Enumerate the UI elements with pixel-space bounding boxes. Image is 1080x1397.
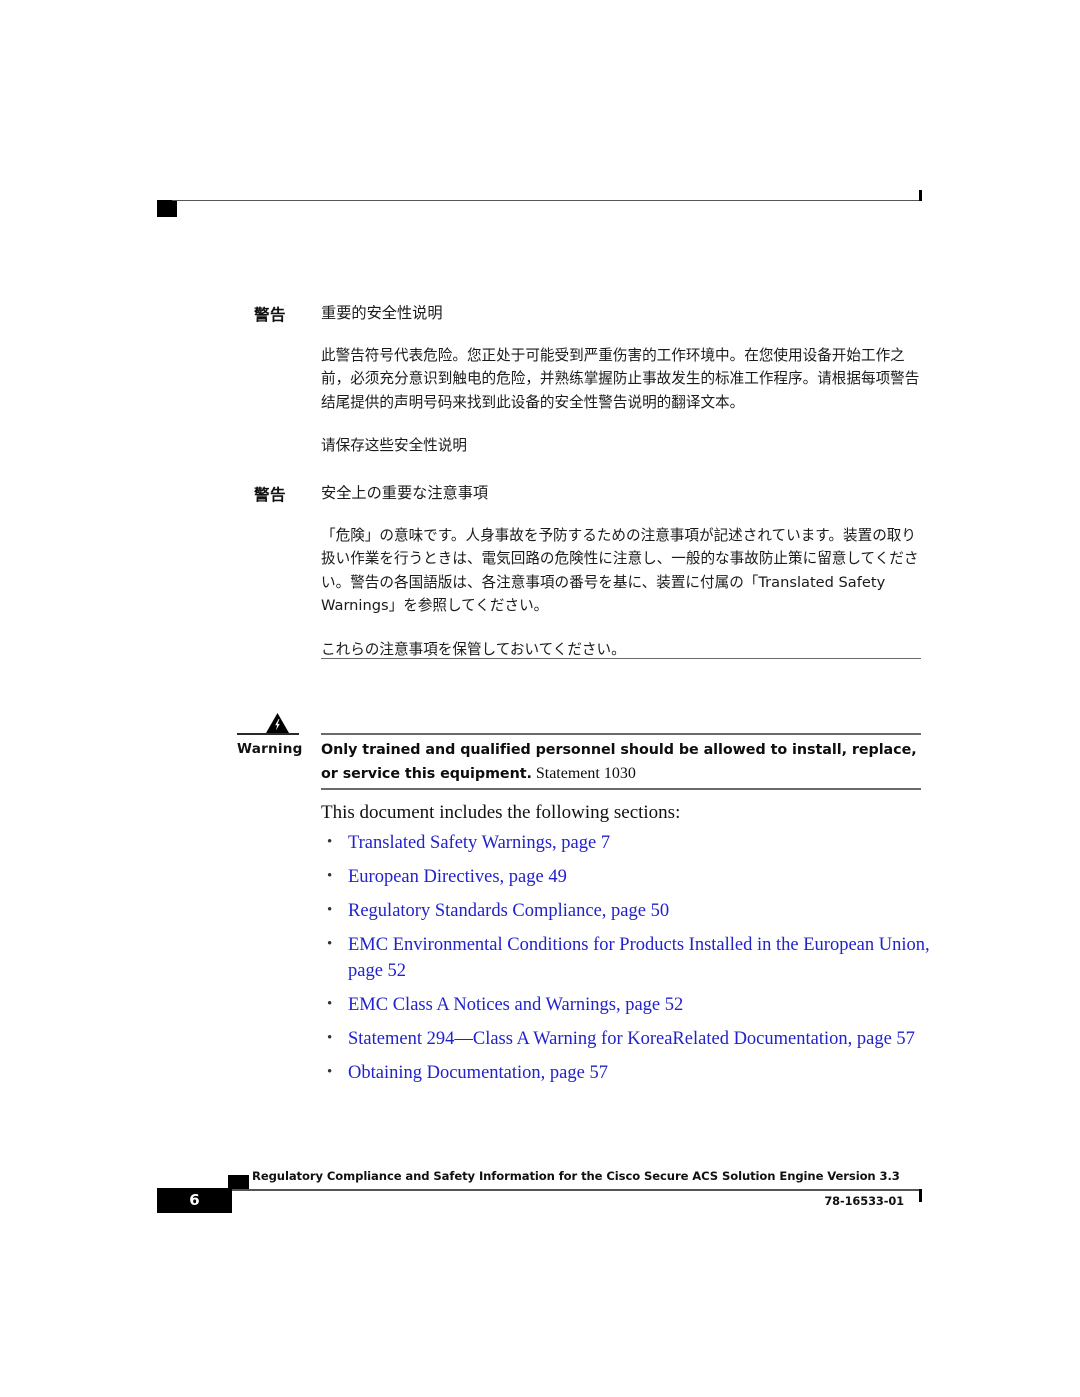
list-item[interactable]: • EMC Class A Notices and Warnings, page… (321, 993, 931, 1018)
header-square-marker (157, 200, 177, 217)
section-link[interactable]: Regulatory Standards Compliance, page 50 (348, 901, 669, 921)
page-header-rule (157, 190, 922, 218)
section-link[interactable]: Translated Safety Warnings, page 7 (348, 833, 610, 853)
warning-left-rule (237, 733, 299, 735)
warning-top-rule (321, 733, 921, 735)
list-item[interactable]: • Statement 294—Class A Warning for Kore… (321, 1027, 931, 1052)
list-item[interactable]: • Regulatory Standards Compliance, page … (321, 899, 931, 924)
warning-closing-chinese: 请保存这些安全性说明 (321, 437, 467, 455)
warning-label-japanese: 警告 (254, 486, 287, 504)
list-item[interactable]: • Translated Safety Warnings, page 7 (321, 831, 931, 856)
document-part-number: 78-16533-01 (824, 1194, 904, 1208)
bullet-icon: • (327, 868, 333, 885)
warning-body-chinese: 重要的安全性说明 此警告符号代表危险。您正处于可能受到严重伤害的工作环境中。在您… (321, 303, 921, 458)
list-item[interactable]: • Obtaining Documentation, page 57 (321, 1061, 931, 1086)
warning-label-chinese: 警告 (254, 306, 287, 324)
page-footer: Regulatory Compliance and Safety Informa… (0, 1160, 1080, 1230)
header-horizontal-line (172, 200, 922, 201)
warning-heading-japanese: 安全上の重要な注意事項 (321, 484, 489, 502)
warning-bottom-rule (321, 788, 921, 790)
bullet-icon: • (327, 834, 333, 850)
warning-label-english: Warning (237, 741, 303, 757)
list-item[interactable]: • European Directives, page 49 (321, 865, 931, 890)
intro-paragraph: This document includes the following sec… (321, 802, 681, 823)
section-link[interactable]: Statement 294—Class A Warning for KoreaR… (348, 1029, 915, 1049)
footer-document-title: Regulatory Compliance and Safety Informa… (252, 1169, 900, 1183)
section-link[interactable]: EMC Environmental Conditions for Product… (348, 935, 930, 980)
bullet-icon: • (327, 902, 333, 919)
list-item[interactable]: • EMC Environmental Conditions for Produ… (321, 933, 931, 983)
header-right-tick (919, 190, 922, 201)
section-link[interactable]: EMC Class A Notices and Warnings, page 5… (348, 995, 683, 1015)
section-divider (321, 658, 921, 659)
footer-right-tick (919, 1189, 922, 1202)
bullet-icon: • (327, 936, 333, 953)
bullet-icon: • (327, 1029, 333, 1046)
warning-statement-number: Statement 1030 (531, 764, 636, 782)
section-link[interactable]: European Directives, page 49 (348, 867, 567, 887)
document-page: 警告 重要的安全性说明 此警告符号代表危险。您正处于可能受到严重伤害的工作环境中… (0, 0, 1080, 1397)
bullet-icon: • (327, 995, 333, 1012)
warning-paragraph-chinese: 此警告符号代表危险。您正处于可能受到严重伤害的工作环境中。在您使用设备开始工作之… (321, 346, 920, 411)
warning-paragraph-japanese: 「危険」の意味です。人身事故を予防するための注意事項が記述されています。装置の取… (321, 526, 919, 615)
footer-horizontal-line (157, 1189, 922, 1191)
page-number: 6 (189, 1191, 200, 1209)
bullet-icon: • (327, 1064, 333, 1081)
warning-triangle-lightning-icon (265, 712, 290, 734)
section-link[interactable]: Obtaining Documentation, page 57 (348, 1063, 608, 1083)
warning-heading-chinese: 重要的安全性说明 (321, 304, 443, 322)
section-link-list: • Translated Safety Warnings, page 7 • E… (321, 831, 931, 1095)
warning-text-english: Only trained and qualified personnel sho… (321, 740, 923, 786)
warning-body-japanese: 安全上の重要な注意事項 「危険」の意味です。人身事故を予防するための注意事項が記… (321, 483, 921, 662)
